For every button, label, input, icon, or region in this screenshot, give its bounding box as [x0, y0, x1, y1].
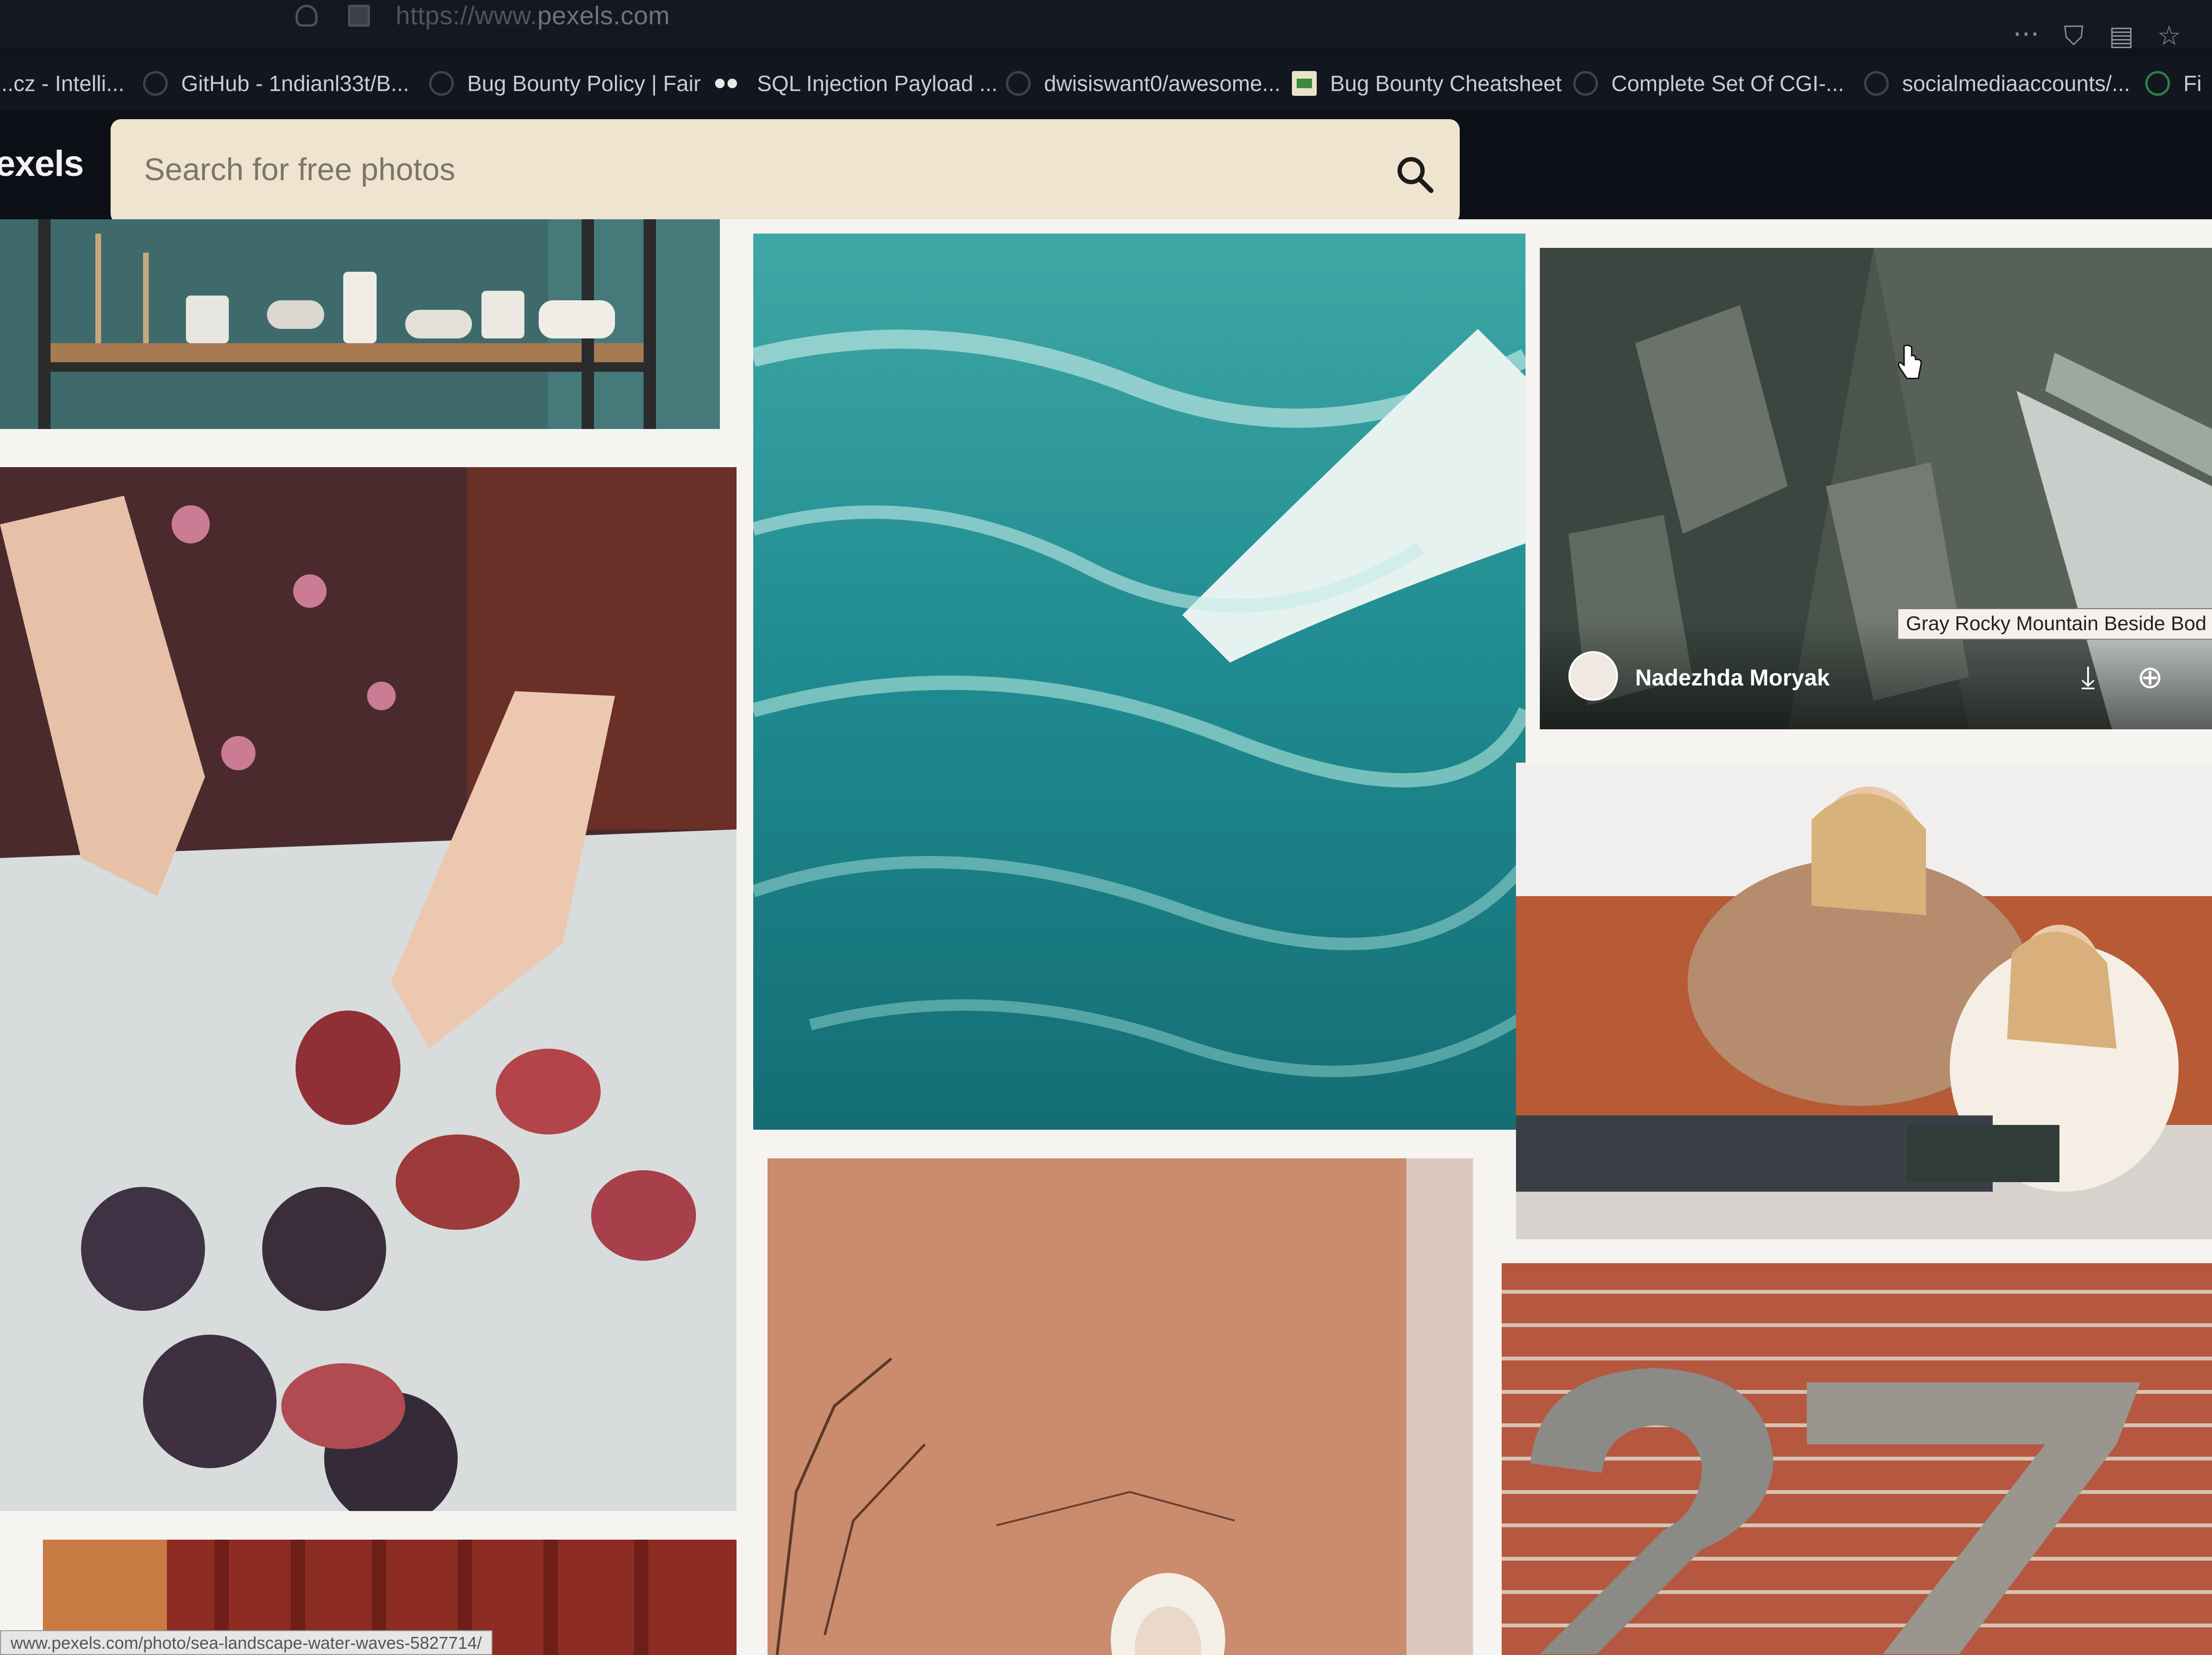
photo-rocky-mountain[interactable]: Nadezhda Moryak ⤓ ⊕ [1540, 248, 2212, 729]
reader-icon[interactable]: ▤ [2107, 21, 2136, 50]
pexels-logo[interactable]: exels [0, 143, 84, 184]
globe-icon [429, 71, 454, 96]
photo-figs[interactable] [0, 467, 737, 1511]
bookmark-label: socialmediaaccounts/... [1902, 71, 2130, 96]
url-prefix: https://www. [396, 1, 538, 30]
url-text[interactable]: https://www.pexels.com [396, 1, 670, 31]
avatar[interactable] [1568, 651, 1618, 701]
photo-grid: Nadezhda Moryak ⤓ ⊕ Gray Rocky Mountain … [0, 219, 2212, 1655]
download-icon[interactable]: ⤓ [2069, 658, 2107, 696]
site-header: exels [0, 110, 2212, 234]
bookmark-label: GitHub - 1ndianl33t/B... [181, 71, 410, 96]
hand-cursor-icon [1897, 344, 1922, 379]
bookmark-label: Fi [2183, 71, 2202, 96]
globe-icon [1573, 71, 1598, 96]
globe-icon [1006, 71, 1031, 96]
bookmark-item[interactable]: socialmediaaccounts/... [1864, 67, 2130, 100]
bookmark-item[interactable]: Complete Set Of CGI-... [1573, 67, 1844, 100]
search-bar[interactable] [111, 119, 1460, 224]
bookmark-item[interactable]: ...cz - Intelli... [0, 67, 124, 100]
bookmark-item[interactable]: SQL Injection Payload ... [715, 67, 998, 100]
bookmark-item[interactable]: Fi [2145, 67, 2202, 100]
url-host: pexels.com [537, 1, 670, 30]
bookmark-label: ...cz - Intelli... [0, 71, 124, 96]
more-dots-icon[interactable]: ⋯ [2012, 19, 2040, 48]
globe-icon [143, 71, 168, 96]
lock-icon[interactable] [348, 5, 370, 27]
bookmark-label: SQL Injection Payload ... [757, 71, 998, 96]
author-name[interactable]: Nadezhda Moryak [1635, 665, 1830, 691]
dots-icon [715, 71, 744, 96]
browser-screen: https://www.pexels.com ⋯ ⛉ ▤ ☆ ...cz - I… [0, 0, 2212, 1655]
shield-icon[interactable] [296, 5, 317, 27]
bookmark-label: Complete Set Of CGI-... [1611, 71, 1844, 96]
bookmark-item[interactable]: dwisiswant0/awesome... [1006, 67, 1280, 100]
status-link-preview: www.pexels.com/photo/sea-landscape-water… [0, 1630, 492, 1655]
photo-tooltip: Gray Rocky Mountain Beside Bod [1897, 608, 2212, 640]
search-icon[interactable] [1393, 153, 1436, 195]
bookmark-item[interactable]: Bug Bounty Cheatsheet [1292, 67, 1562, 100]
bookmark-item[interactable]: Bug Bounty Policy | Fair [429, 67, 701, 100]
bookmark-label: Bug Bounty Cheatsheet [1330, 71, 1562, 96]
photo-terracotta[interactable] [768, 1158, 1473, 1655]
flag-icon [1292, 71, 1317, 96]
globe-icon [1864, 71, 1889, 96]
photo-wave[interactable] [753, 234, 1526, 1130]
search-input[interactable] [144, 143, 1336, 195]
url-bar[interactable]: https://www.pexels.com ⋯ ⛉ ▤ ☆ [0, 0, 2212, 50]
bookmarks-toolbar: ...cz - Intelli... GitHub - 1ndianl33t/B… [0, 57, 2212, 110]
globe-icon [2145, 71, 2170, 96]
pocket-icon[interactable]: ⛉ [2059, 21, 2088, 50]
bookmark-label: dwisiswant0/awesome... [1044, 71, 1280, 96]
photo-cups-shelf[interactable] [0, 219, 720, 429]
star-icon[interactable]: ☆ [2155, 21, 2183, 50]
add-to-collection-icon[interactable]: ⊕ [2131, 658, 2169, 696]
bookmark-item[interactable]: GitHub - 1ndianl33t/B... [143, 67, 409, 100]
bookmark-label: Bug Bounty Policy | Fair [467, 71, 701, 96]
photo-family[interactable] [1516, 763, 2212, 1239]
photo-bricks-27[interactable] [1502, 1263, 2212, 1655]
